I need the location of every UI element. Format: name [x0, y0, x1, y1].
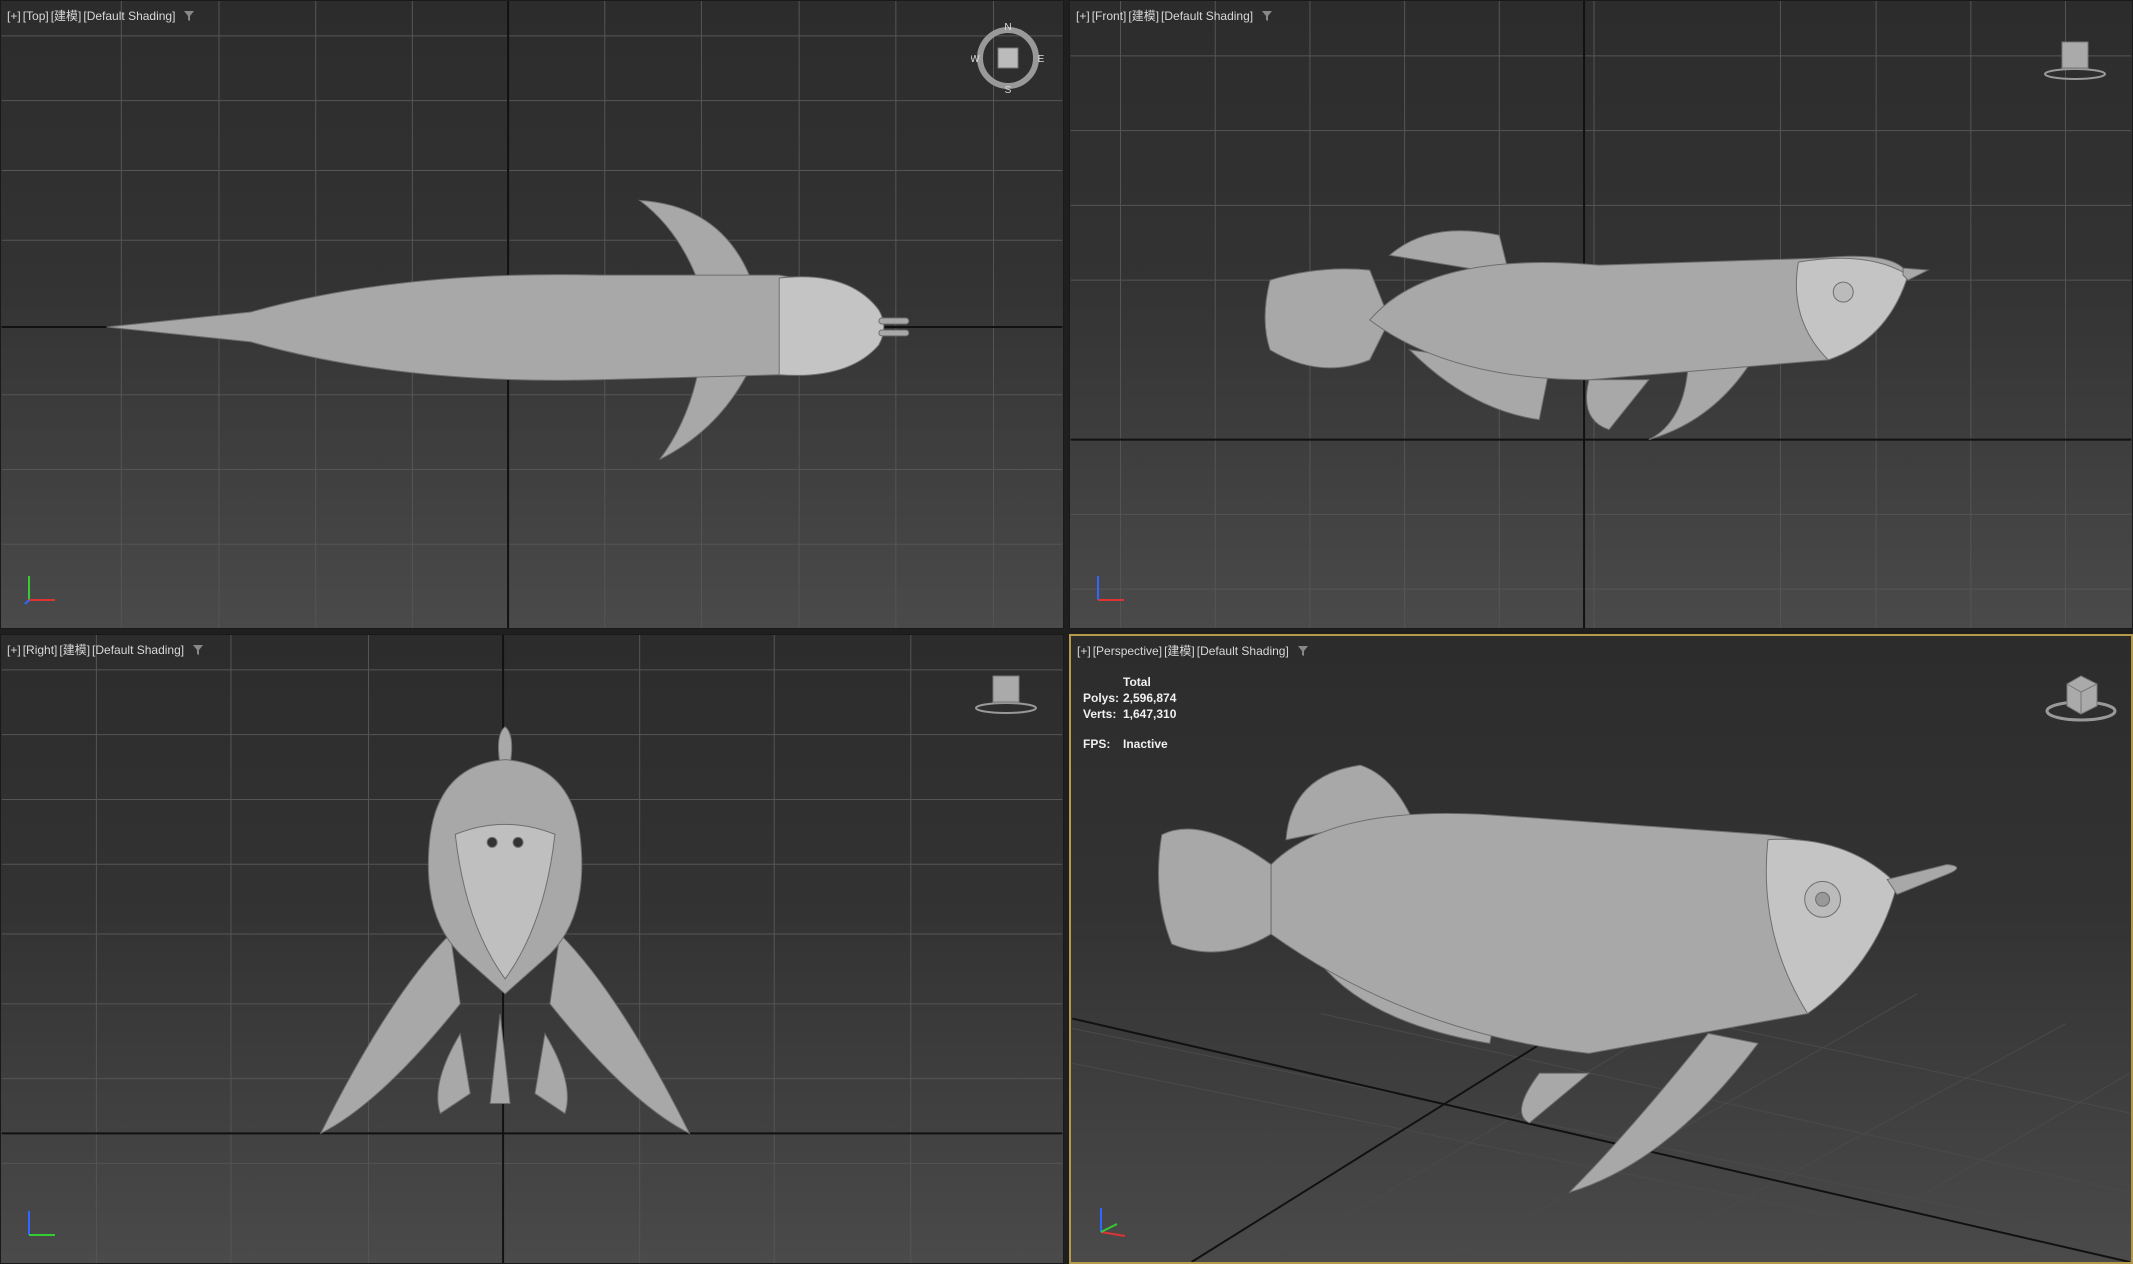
viewcube-icon[interactable]	[2041, 666, 2121, 726]
axis-tripod-icon	[28, 1211, 55, 1236]
viewport-menu-button[interactable]: [+]	[7, 9, 21, 23]
mode-menu[interactable]: [建模]	[51, 7, 82, 24]
scene-statistics: Total Polys: 2,596,874 Verts: 1,647,310 FP…	[1083, 674, 1176, 752]
perspective-view-scene	[1072, 764, 2130, 1262]
viewport-perspective[interactable]: [+] [Perspective] [建模] [Default Shading]…	[1069, 634, 2133, 1264]
viewport-label-top: [+] [Top] [建模] [Default Shading]	[7, 7, 195, 24]
viewport-menu-button[interactable]: [+]	[7, 643, 21, 657]
compass-n: N	[1004, 22, 1011, 33]
viewport-label-perspective: [+] [Perspective] [建模] [Default Shading]	[1077, 642, 1309, 659]
stats-verts-value: 1,647,310	[1123, 707, 1177, 721]
fish-model-perspective	[1158, 764, 1958, 1193]
shading-menu[interactable]: [Default Shading]	[83, 9, 175, 23]
view-type-menu[interactable]: [Top]	[23, 9, 49, 23]
viewcube-icon[interactable]	[2040, 36, 2110, 86]
stats-polys-value: 2,596,874	[1123, 691, 1177, 705]
mode-menu[interactable]: [建模]	[1128, 7, 1159, 24]
stats-verts-label: Verts:	[1083, 707, 1117, 721]
stats-fps-value: Inactive	[1123, 737, 1168, 751]
axis-tripod-icon	[1097, 576, 1124, 601]
viewport-label-right: [+] [Right] [建模] [Default Shading]	[7, 641, 204, 658]
compass-viewcube-icon[interactable]: N S E W	[971, 21, 1045, 95]
stats-polys-label: Polys:	[1083, 691, 1120, 705]
filter-icon[interactable]	[1261, 10, 1273, 22]
filter-icon[interactable]	[1297, 645, 1309, 657]
view-type-menu[interactable]: [Right]	[23, 643, 58, 657]
compass-w: W	[971, 54, 980, 65]
filter-icon[interactable]	[192, 644, 204, 656]
stats-fps-label: FPS:	[1083, 737, 1111, 751]
mode-menu[interactable]: [建模]	[59, 641, 90, 658]
viewport-menu-button[interactable]: [+]	[1076, 9, 1090, 23]
top-view-scene	[1, 1, 1063, 628]
shading-menu[interactable]: [Default Shading]	[1197, 644, 1289, 658]
viewport-front[interactable]: [+] [Front] [建模] [Default Shading]	[1069, 0, 2133, 629]
fish-model-front	[1264, 230, 1930, 441]
axis-tripod-icon	[24, 576, 55, 605]
compass-e: E	[1038, 54, 1045, 65]
filter-icon[interactable]	[183, 10, 195, 22]
viewcube-icon[interactable]	[971, 670, 1041, 720]
viewport-top[interactable]: [+] [Top] [建模] [Default Shading] N S E W	[0, 0, 1064, 629]
viewport-right[interactable]: [+] [Right] [建模] [Default Shading]	[0, 634, 1064, 1264]
viewport-label-front: [+] [Front] [建模] [Default Shading]	[1076, 7, 1273, 24]
view-type-menu[interactable]: [Front]	[1092, 9, 1127, 23]
view-type-menu[interactable]: [Perspective]	[1093, 644, 1162, 658]
mode-menu[interactable]: [建模]	[1164, 642, 1195, 659]
fish-model-right	[319, 726, 691, 1135]
right-view-scene	[1, 635, 1063, 1263]
shading-menu[interactable]: [Default Shading]	[1161, 9, 1253, 23]
compass-s: S	[1005, 85, 1012, 95]
axis-tripod-icon	[1100, 1208, 1126, 1237]
viewport-menu-button[interactable]: [+]	[1077, 644, 1091, 658]
shading-menu[interactable]: [Default Shading]	[92, 643, 184, 657]
front-view-scene	[1070, 1, 2132, 628]
stats-total-label: Total	[1123, 675, 1151, 689]
